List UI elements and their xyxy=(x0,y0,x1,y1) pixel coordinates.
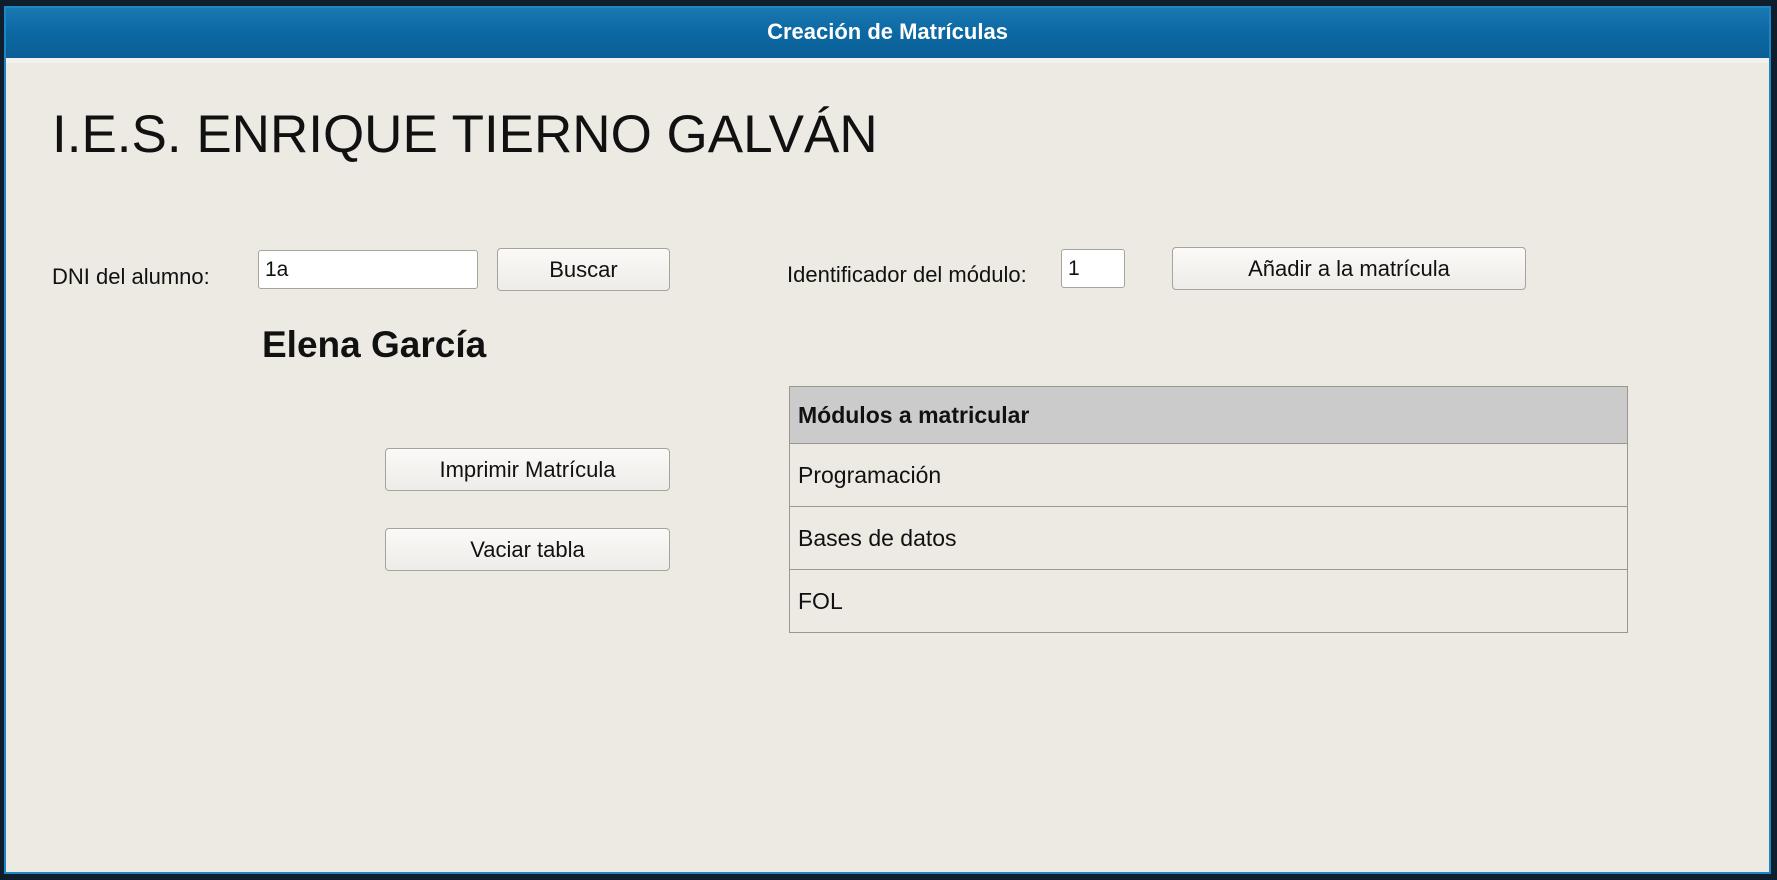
dni-label: DNI del alumno: xyxy=(52,264,210,289)
table-header-row: Módulos a matricular xyxy=(789,386,1628,444)
module-id-input[interactable] xyxy=(1061,249,1125,288)
school-title: I.E.S. ENRIQUE TIERNO GALVÁN xyxy=(52,105,878,164)
table-row[interactable]: Programación xyxy=(789,443,1628,507)
window-titlebar[interactable]: Creación de Matrículas xyxy=(6,8,1769,63)
dni-input[interactable] xyxy=(258,250,478,289)
table-cell-module[interactable]: FOL xyxy=(789,569,1628,633)
add-to-enrollment-button[interactable]: Añadir a la matrícula xyxy=(1172,247,1526,290)
table-header-modules: Módulos a matricular xyxy=(789,386,1628,444)
table-cell-module[interactable]: Programación xyxy=(789,443,1628,507)
table-row[interactable]: FOL xyxy=(789,569,1628,633)
table-row[interactable]: Bases de datos xyxy=(789,506,1628,570)
print-enrollment-button[interactable]: Imprimir Matrícula xyxy=(385,448,670,491)
module-id-label: Identificador del módulo: xyxy=(787,262,1027,287)
app-window: Creación de Matrículas I.E.S. ENRIQUE TI… xyxy=(4,6,1771,874)
student-name: Elena García xyxy=(262,324,487,365)
modules-table: Módulos a matricular Programación Bases … xyxy=(789,386,1628,633)
table-cell-module[interactable]: Bases de datos xyxy=(789,506,1628,570)
search-button[interactable]: Buscar xyxy=(497,248,670,291)
clear-table-button[interactable]: Vaciar tabla xyxy=(385,528,670,571)
